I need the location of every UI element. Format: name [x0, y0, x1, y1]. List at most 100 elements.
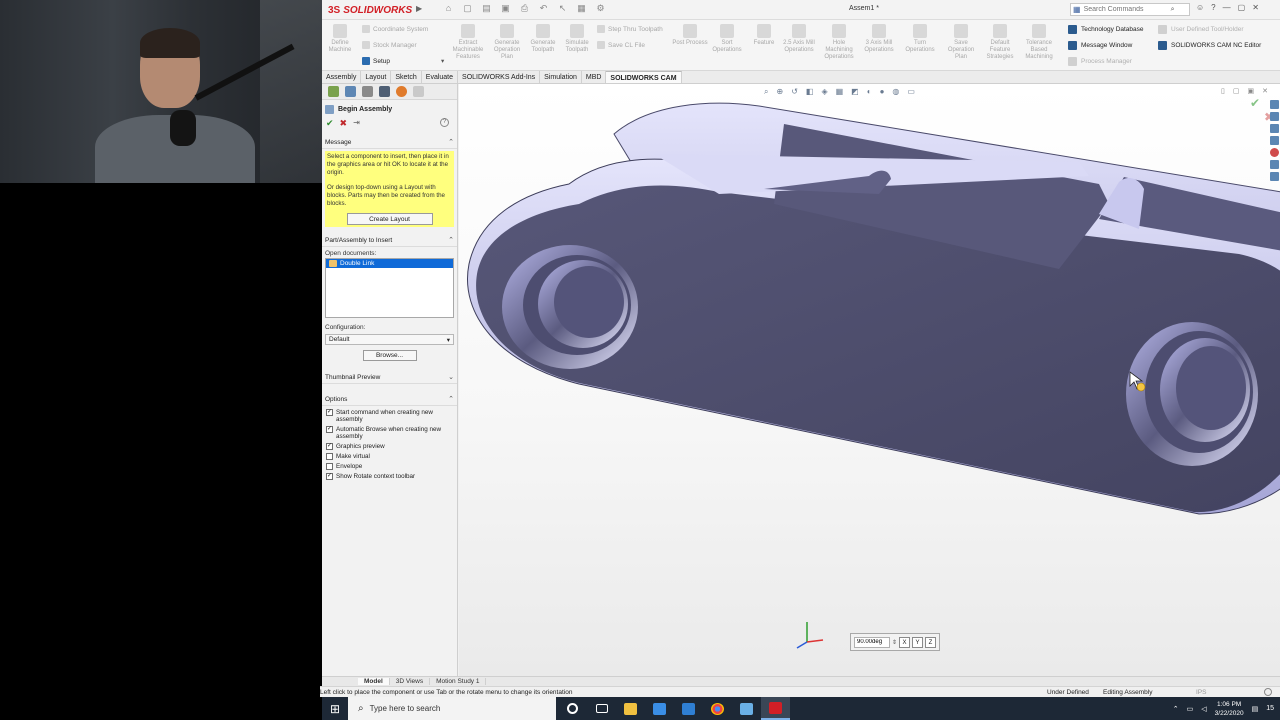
tab-motion-study[interactable]: Motion Study 1: [430, 678, 487, 685]
tab-solidworks-cam[interactable]: SOLIDWORKS CAM: [606, 71, 682, 83]
select-icon[interactable]: ↖: [556, 3, 569, 15]
tab-assembly[interactable]: Assembly: [322, 71, 362, 83]
property-manager-icon[interactable]: [345, 86, 356, 97]
tab-mbd[interactable]: MBD: [582, 71, 607, 83]
message-section-header[interactable]: Message ⌃: [322, 135, 457, 149]
tab-simulation[interactable]: Simulation: [540, 71, 582, 83]
file-explorer-icon[interactable]: [616, 697, 645, 720]
search-scope-icon[interactable]: ▦: [1073, 5, 1081, 14]
sort-operations-button[interactable]: Sort Operations: [709, 24, 745, 54]
notifications-icon[interactable]: ▤: [1252, 705, 1259, 713]
coordinate-system-button[interactable]: Coordinate System: [362, 25, 428, 33]
checkbox-unchecked[interactable]: [326, 453, 333, 460]
search-commands-box[interactable]: ▦ ⌕: [1070, 3, 1190, 16]
new-document-icon[interactable]: ▢: [461, 3, 474, 15]
tab-evaluate[interactable]: Evaluate: [422, 71, 459, 83]
home-icon[interactable]: ⌂: [442, 3, 455, 15]
units-status[interactable]: IPS: [1196, 689, 1206, 696]
cam-feature-tree-icon[interactable]: [413, 86, 424, 97]
extract-features-button[interactable]: Extract Machinable Features: [450, 24, 486, 61]
undo-icon[interactable]: ↶: [537, 3, 550, 15]
pushpin-icon[interactable]: ⇥: [353, 118, 360, 129]
windows-start-icon[interactable]: ⊞: [322, 702, 348, 716]
generate-operation-plan-button[interactable]: Generate Operation Plan: [489, 24, 525, 61]
checkbox-unchecked[interactable]: [326, 463, 333, 470]
hole-machining-button[interactable]: Hole Machining Operations: [821, 24, 857, 61]
tolerance-based-machining-button[interactable]: Tolerance Based Machining: [1021, 24, 1057, 61]
thumbnail-section-header[interactable]: Thumbnail Preview ⌄: [322, 370, 457, 384]
remote-desktop-icon[interactable]: [732, 697, 761, 720]
close-icon[interactable]: ✕: [1252, 3, 1259, 12]
option-show-rotate-toolbar[interactable]: ✓ Show Rotate context toolbar: [322, 470, 457, 480]
create-layout-button[interactable]: Create Layout: [346, 213, 433, 225]
open-documents-list[interactable]: Double Link: [325, 258, 454, 318]
collapse-chevron-icon[interactable]: ⌃: [448, 395, 454, 403]
save-operation-plan-button[interactable]: Save Operation Plan: [943, 24, 979, 61]
collapse-chevron-icon[interactable]: ⌃: [448, 236, 454, 244]
tab-model[interactable]: Model: [358, 678, 390, 685]
taskbar-search[interactable]: ⌕ Type here to search: [348, 697, 556, 720]
default-feature-strategies-button[interactable]: Default Feature Strategies: [982, 24, 1018, 61]
store-icon[interactable]: [645, 697, 674, 720]
mill-3-axis-button[interactable]: 3 Axis Mill Operations: [861, 24, 897, 54]
mill-25-axis-button[interactable]: 2.5 Axis Mill Operations: [781, 24, 817, 54]
option-automatic-browse[interactable]: ✓ Automatic Browse when creating new ass…: [322, 423, 457, 440]
network-icon[interactable]: ▭: [1187, 705, 1194, 713]
tray-overflow-icon[interactable]: ⌃: [1173, 705, 1179, 713]
minimize-icon[interactable]: —: [1223, 3, 1231, 12]
double-link-model[interactable]: [459, 84, 1280, 676]
help-icon[interactable]: ?: [1211, 3, 1215, 12]
save-cl-file-button[interactable]: Save CL File: [597, 41, 645, 49]
rotate-z-button[interactable]: Z: [925, 636, 936, 648]
stock-manager-button[interactable]: Stock Manager: [362, 41, 417, 49]
post-process-button[interactable]: Post Process: [672, 24, 708, 47]
option-envelope[interactable]: Envelope: [322, 460, 457, 470]
checkbox-checked[interactable]: ✓: [326, 473, 333, 480]
rotate-y-button[interactable]: Y: [912, 636, 923, 648]
cancel-x-icon[interactable]: ✖: [340, 118, 348, 129]
options-section-header[interactable]: Options ⌃: [322, 392, 457, 406]
rebuild-icon[interactable]: ▦: [575, 3, 588, 15]
configuration-select[interactable]: Default ▾: [325, 334, 454, 345]
mail-icon[interactable]: [674, 697, 703, 720]
search-icon[interactable]: ⌕: [1171, 6, 1175, 14]
search-commands-input[interactable]: [1083, 6, 1168, 13]
graphics-area[interactable]: ⌕ ⊕ ↺ ◧ ◈ ▦ ◩ ◐ ● ◍ ▭ ▯ ▢ ▣ ✕ ✔ ✖ 90.00d…: [459, 84, 1280, 676]
menu-expand-arrow-icon[interactable]: ▶: [416, 4, 422, 13]
task-view-icon[interactable]: [587, 697, 616, 720]
clock[interactable]: 1:06 PM 3/22/2020: [1215, 700, 1244, 718]
technology-database-button[interactable]: Technology Database: [1068, 25, 1144, 34]
chrome-icon[interactable]: [703, 697, 732, 720]
status-help-icon[interactable]: [1264, 688, 1272, 696]
save-icon[interactable]: ▣: [499, 3, 512, 15]
volume-icon[interactable]: ◁: [1201, 705, 1206, 713]
option-graphics-preview[interactable]: ✓ Graphics preview: [322, 440, 457, 450]
turn-operations-button[interactable]: Turn Operations: [902, 24, 938, 54]
process-manager-button[interactable]: Process Manager: [1068, 57, 1132, 66]
user-defined-tool-button[interactable]: User Defined Tool/Holder: [1158, 25, 1244, 34]
checkbox-checked[interactable]: ✓: [326, 409, 333, 416]
display-manager-icon[interactable]: [396, 86, 407, 97]
option-make-virtual[interactable]: Make virtual: [322, 450, 457, 460]
tab-addins[interactable]: SOLIDWORKS Add-Ins: [458, 71, 541, 83]
cortana-icon[interactable]: [558, 697, 587, 720]
define-machine-button[interactable]: Define Machine: [322, 24, 358, 54]
user-icon[interactable]: ☺: [1196, 3, 1204, 12]
feature-manager-icon[interactable]: [328, 86, 339, 97]
checkbox-checked[interactable]: ✓: [326, 443, 333, 450]
tab-sketch[interactable]: Sketch: [391, 71, 422, 83]
tab-layout[interactable]: Layout: [361, 71, 392, 83]
setup-dropdown-icon[interactable]: ▾: [441, 57, 444, 65]
configuration-manager-icon[interactable]: [362, 86, 373, 97]
solidworks-taskbar-icon[interactable]: [761, 697, 790, 720]
rotate-x-button[interactable]: X: [899, 636, 911, 648]
solidworks-logo[interactable]: 3S SOLIDWORKS: [328, 2, 412, 18]
step-thru-toolpath-button[interactable]: Step Thru Toolpath: [597, 25, 663, 33]
insert-section-header[interactable]: Part/Assembly to Insert ⌃: [322, 233, 457, 247]
browse-button[interactable]: Browse...: [362, 350, 417, 361]
rotate-angle-input[interactable]: [854, 636, 890, 648]
message-window-button[interactable]: Message Window: [1068, 41, 1132, 50]
checkbox-checked[interactable]: ✓: [326, 426, 333, 433]
option-start-command[interactable]: ✓ Start command when creating new assemb…: [322, 406, 457, 423]
setup-button[interactable]: Setup ▾: [362, 57, 444, 65]
